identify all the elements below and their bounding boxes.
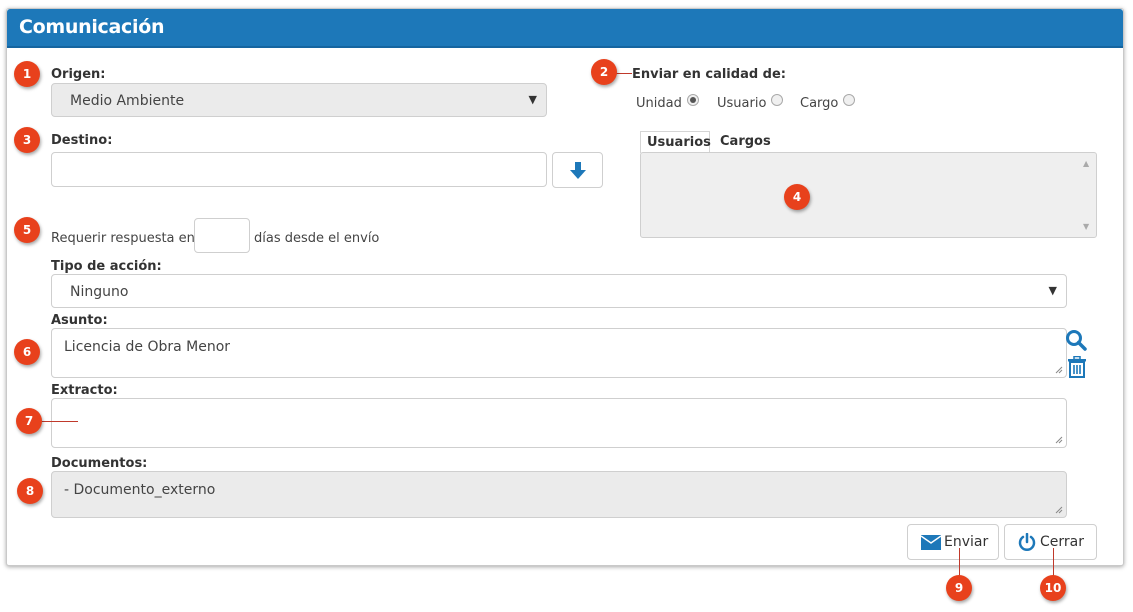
resize-handle-icon[interactable] bbox=[1055, 436, 1063, 444]
panel-title: Comunicación bbox=[19, 16, 165, 38]
scroll-up-icon[interactable]: ▲ bbox=[1083, 159, 1089, 168]
documentos-value: - Documento_externo bbox=[64, 482, 216, 498]
callout-badge-7: 7 bbox=[16, 408, 42, 434]
radio-cargo[interactable] bbox=[843, 94, 855, 106]
send-button-label: Enviar bbox=[944, 534, 989, 550]
callout-badge-9: 9 bbox=[946, 575, 972, 601]
tab-usuarios[interactable]: Usuarios bbox=[640, 131, 711, 153]
trash-icon[interactable] bbox=[1067, 356, 1087, 378]
callout-badge-1: 1 bbox=[14, 61, 40, 87]
radio-unidad-label: Unidad bbox=[636, 96, 682, 111]
search-icon[interactable] bbox=[1065, 329, 1087, 351]
list-scrollbar[interactable]: ▲ ▼ bbox=[1078, 153, 1096, 237]
tab-cargos[interactable]: Cargos bbox=[714, 131, 774, 153]
tipo-accion-label: Tipo de acción: bbox=[51, 259, 162, 274]
chevron-down-icon: ▼ bbox=[1048, 284, 1057, 297]
callout-badge-10: 10 bbox=[1040, 575, 1066, 601]
respuesta-prefix: Requerir respuesta en bbox=[51, 231, 195, 246]
respuesta-suffix: días desde el envío bbox=[254, 231, 380, 246]
callout-badge-6: 6 bbox=[14, 339, 40, 365]
tab-usuarios-label: Usuarios bbox=[647, 135, 711, 150]
destino-input[interactable] bbox=[51, 152, 547, 187]
close-button[interactable]: Cerrar bbox=[1004, 524, 1097, 560]
documentos-textarea[interactable]: - Documento_externo bbox=[51, 471, 1067, 518]
callout-line-10 bbox=[1053, 548, 1054, 578]
asunto-value: Licencia de Obra Menor bbox=[64, 339, 231, 355]
resize-handle-icon[interactable] bbox=[1055, 506, 1063, 514]
panel-header: Comunicación bbox=[7, 9, 1123, 48]
asunto-label: Asunto: bbox=[51, 313, 108, 328]
callout-badge-4: 4 bbox=[784, 184, 810, 210]
chevron-down-icon: ▼ bbox=[528, 93, 537, 106]
arrow-down-icon bbox=[570, 162, 586, 179]
tipo-accion-value: Ninguno bbox=[70, 284, 129, 300]
callout-badge-8: 8 bbox=[17, 478, 43, 504]
asunto-textarea[interactable]: Licencia de Obra Menor bbox=[51, 328, 1067, 378]
callout-line-9 bbox=[959, 548, 960, 578]
add-destino-button[interactable] bbox=[552, 152, 603, 188]
enviar-label: Enviar en calidad de: bbox=[632, 67, 786, 82]
origen-select[interactable]: Medio Ambiente ▼ bbox=[51, 83, 547, 117]
radio-unidad[interactable] bbox=[687, 94, 699, 106]
origen-label: Origen: bbox=[51, 67, 106, 82]
scroll-down-icon[interactable]: ▼ bbox=[1083, 222, 1089, 231]
origen-value: Medio Ambiente bbox=[70, 93, 185, 109]
radio-usuario[interactable] bbox=[771, 94, 783, 106]
envelope-icon bbox=[921, 535, 941, 550]
tab-cargos-label: Cargos bbox=[720, 134, 771, 149]
tipo-accion-select[interactable]: Ninguno ▼ bbox=[51, 274, 1067, 308]
callout-badge-3: 3 bbox=[14, 127, 40, 153]
callout-badge-5: 5 bbox=[14, 217, 40, 243]
usuarios-list[interactable]: ▲ ▼ bbox=[640, 152, 1097, 238]
close-button-label: Cerrar bbox=[1040, 534, 1084, 550]
power-icon bbox=[1018, 533, 1036, 551]
callout-line-7 bbox=[36, 421, 78, 422]
resize-handle-icon[interactable] bbox=[1055, 366, 1063, 374]
radio-cargo-label: Cargo bbox=[800, 96, 839, 111]
extracto-label: Extracto: bbox=[51, 383, 118, 398]
callout-badge-2: 2 bbox=[591, 59, 617, 85]
radio-usuario-label: Usuario bbox=[717, 96, 767, 111]
respuesta-days-input[interactable] bbox=[194, 218, 250, 253]
send-button[interactable]: Enviar bbox=[907, 524, 999, 560]
extracto-textarea[interactable] bbox=[51, 398, 1067, 448]
documentos-label: Documentos: bbox=[51, 456, 148, 471]
destino-label: Destino: bbox=[51, 133, 113, 148]
